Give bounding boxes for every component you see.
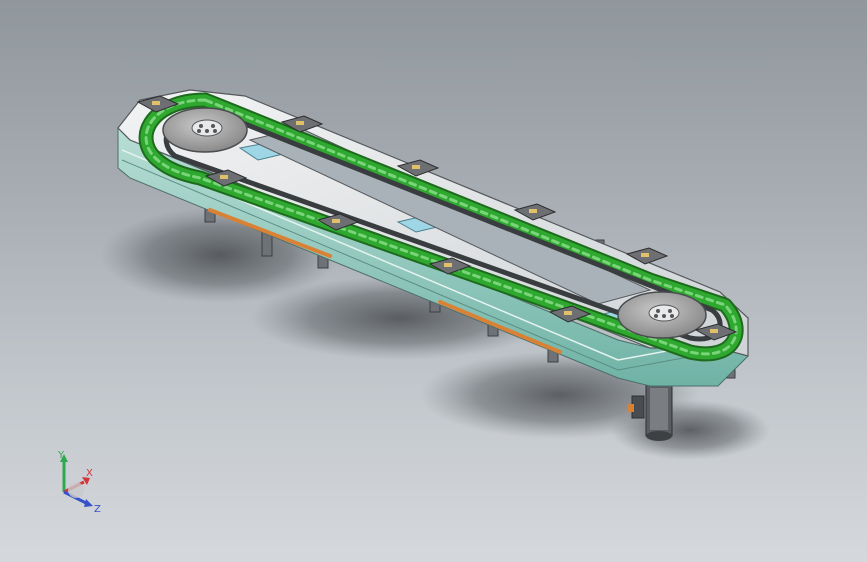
x-axis-label: X bbox=[86, 468, 93, 479]
z-axis-label: Z bbox=[94, 504, 101, 515]
right-sprocket bbox=[617, 291, 707, 339]
z-axis-arrow bbox=[84, 499, 93, 507]
3d-viewport[interactable]: Y X Z bbox=[0, 0, 867, 562]
y-axis-label: Y bbox=[57, 450, 65, 461]
coordinate-triad: Y X Z bbox=[57, 450, 101, 515]
left-sprocket bbox=[162, 107, 248, 153]
conveyor-model[interactable] bbox=[0, 0, 867, 562]
